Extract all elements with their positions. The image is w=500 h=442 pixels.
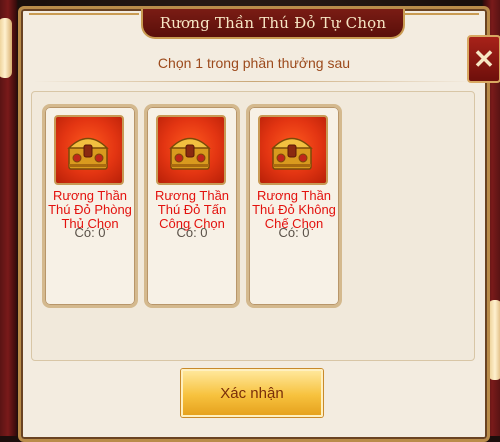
dialog-title-bar: Rương Thần Thú Đỏ Tự Chọn	[141, 9, 405, 39]
red-treasure-chest-icon	[156, 115, 226, 185]
reward-card-defense[interactable]: Rương Thần Thú Đỏ Phòng Thủ Chọn Có: 0	[42, 104, 138, 308]
reward-card-control[interactable]: Rương Thần Thú Đỏ Không Chế Chọn Có: 0	[246, 104, 342, 308]
reward-card-attack[interactable]: Rương Thần Thú Đỏ Tấn Công Chọn Có: 0	[144, 104, 240, 308]
confirm-button-label: Xác nhận	[220, 384, 284, 402]
reward-count: Có: 0	[278, 225, 310, 240]
reward-count: Có: 0	[176, 225, 208, 240]
red-treasure-chest-icon	[54, 115, 124, 185]
lantern-left	[0, 18, 12, 78]
chest-graphic	[169, 137, 211, 170]
title-ornament-left	[29, 13, 139, 15]
divider	[33, 81, 475, 82]
red-treasure-chest-icon	[258, 115, 328, 185]
reward-panel: Rương Thần Thú Đỏ Phòng Thủ Chọn Có: 0 R…	[31, 91, 475, 361]
reward-select-dialog: Rương Thần Thú Đỏ Tự Chọn ✕ Chọn 1 trong…	[18, 6, 500, 442]
reward-count: Có: 0	[74, 225, 106, 240]
confirm-button[interactable]: Xác nhận	[181, 369, 323, 417]
dialog-subtitle: Chọn 1 trong phần thưởng sau	[157, 55, 351, 71]
dialog-title: Rương Thần Thú Đỏ Tự Chọn	[159, 14, 387, 32]
chest-graphic	[271, 137, 313, 170]
chest-graphic	[67, 137, 109, 170]
